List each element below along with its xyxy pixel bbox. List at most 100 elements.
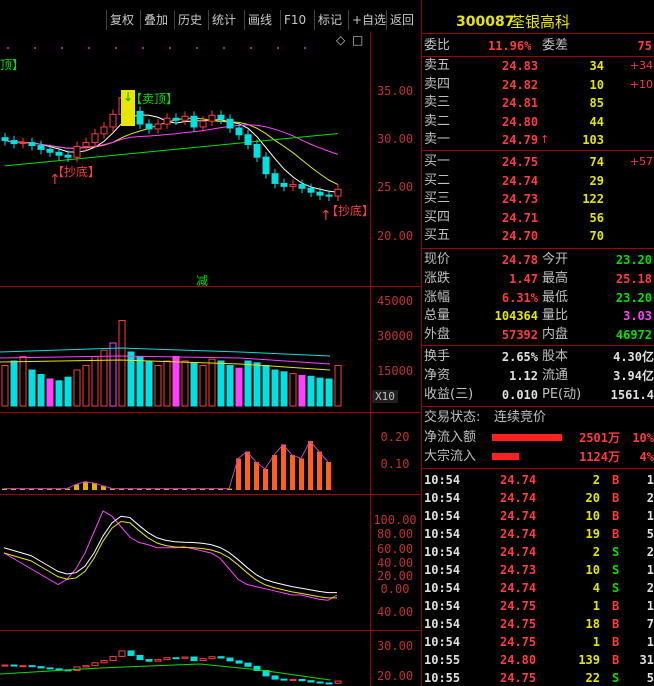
up-arrow-icon: ↑ xyxy=(49,172,61,188)
tick-row[interactable]: 10:54 24.74 2 B 1 xyxy=(422,471,654,489)
stats-button[interactable]: 统计 xyxy=(208,10,239,30)
volume-bar xyxy=(91,356,99,407)
mini-kline-pane[interactable] xyxy=(0,630,370,686)
kdj-indicator-pane[interactable] xyxy=(0,494,370,630)
tick-side: B xyxy=(612,491,620,505)
candle-body xyxy=(289,183,297,187)
chart-area[interactable]: 35.00 30.00 25.00 20.00 45000 30000 1500… xyxy=(0,32,420,686)
volume-bar xyxy=(307,375,315,407)
bid-row[interactable]: 买三 24.73 122 xyxy=(422,190,654,208)
tick-price: 24.75 xyxy=(500,599,537,613)
candle-body xyxy=(1,137,9,142)
candle-body xyxy=(19,142,27,145)
tick-volume: 18 xyxy=(585,617,600,631)
ask-price: 24.82 xyxy=(502,77,539,92)
ask-row[interactable]: 卖四 24.82 10 +10 xyxy=(422,76,654,94)
tick-row[interactable]: 10:54 24.75 1 B 1 xyxy=(422,597,654,615)
tick-row[interactable]: 10:54 24.74 10 B 1 xyxy=(422,507,654,525)
back-button[interactable]: 返回 xyxy=(386,10,417,30)
signal-dot xyxy=(7,47,9,49)
tick-volume: 19 xyxy=(585,527,600,541)
ask-row[interactable]: 卖五 24.83 34 +34 xyxy=(422,57,654,75)
volume-bar xyxy=(37,374,45,407)
candlestick-pane[interactable] xyxy=(0,32,370,286)
tick-count: 1 xyxy=(646,563,654,577)
tick-count: 1 xyxy=(646,473,654,487)
tick-price: 24.74 xyxy=(500,527,537,541)
finance-label: PE(动) xyxy=(542,387,582,402)
volume-bar xyxy=(172,356,180,407)
tick-price: 24.74 xyxy=(500,581,537,595)
tick-volume: 22 xyxy=(585,671,600,685)
candle-body xyxy=(73,145,81,158)
ask-level-label: 卖二 xyxy=(424,113,451,129)
bid-price: 24.71 xyxy=(502,210,539,225)
ask-volume: 34 xyxy=(589,59,604,73)
add-watchlist-button[interactable]: +自选 xyxy=(348,10,389,30)
overlay-button[interactable]: 叠加 xyxy=(140,10,171,30)
square-icon[interactable]: □ xyxy=(352,33,363,47)
tick-row[interactable]: 10:54 24.74 20 B 2 xyxy=(422,489,654,507)
reduce-label: 减 xyxy=(196,274,209,288)
fund-flow-indicator-pane[interactable] xyxy=(0,412,370,494)
signal-dot xyxy=(34,47,36,49)
candle-body xyxy=(226,118,234,129)
bid-row[interactable]: 买五 24.70 70 xyxy=(422,227,654,245)
ask-volume: 103 xyxy=(582,133,604,148)
mini-candle xyxy=(91,662,99,667)
candle-body xyxy=(100,126,108,135)
candle-body xyxy=(55,151,63,156)
candle-body xyxy=(244,134,252,146)
volume-bar xyxy=(181,360,189,407)
mini-candle xyxy=(28,665,36,668)
quote-label: 涨跌 xyxy=(424,270,451,286)
ind1-axis-label: 0.20 xyxy=(380,430,410,444)
separator xyxy=(422,150,654,151)
tick-time: 10:54 xyxy=(424,635,461,649)
tick-row[interactable]: 10:54 24.74 4 S 2 xyxy=(422,579,654,597)
mini-candle xyxy=(190,656,198,662)
diamond-icon[interactable]: ◇ xyxy=(336,33,345,47)
tick-side: S xyxy=(612,545,620,559)
mark-button[interactable]: 标记 xyxy=(314,10,345,30)
volume-bar xyxy=(334,365,342,407)
up-arrow-icon: ↑ xyxy=(540,133,550,147)
fuquan-button[interactable]: 复权 xyxy=(106,10,137,30)
volume-pane[interactable] xyxy=(0,286,370,412)
candle-body xyxy=(199,120,207,128)
bid-row[interactable]: 买二 24.74 29 xyxy=(422,172,654,190)
draw-line-button[interactable]: 画线 xyxy=(244,10,275,30)
tick-row[interactable]: 10:54 24.75 1 B 1 xyxy=(422,633,654,651)
ask-row[interactable]: 卖二 24.80 44 xyxy=(422,113,654,131)
candle-body xyxy=(253,144,261,158)
tick-row[interactable]: 10:54 24.75 18 B 7 xyxy=(422,615,654,633)
tick-row[interactable]: 10:55 24.75 22 S 5 xyxy=(422,669,654,686)
tick-row[interactable]: 10:54 24.73 10 S 1 xyxy=(422,561,654,579)
separator xyxy=(422,248,654,249)
candle-body xyxy=(163,117,171,125)
mini-candle xyxy=(226,657,234,662)
candle-body xyxy=(208,114,216,122)
history-button[interactable]: 历史 xyxy=(174,10,205,30)
kdj-d-line xyxy=(3,520,337,599)
mini-candle xyxy=(46,667,54,670)
bid-price: 24.70 xyxy=(502,229,539,244)
tick-side: B xyxy=(612,599,620,613)
mini-candle xyxy=(37,666,45,669)
order-ratio-row: 委比 11.96% 委差 75 xyxy=(422,37,654,55)
bid-row[interactable]: 买一 24.75 74 +57 xyxy=(422,153,654,171)
indicator-bar xyxy=(83,481,88,490)
tick-time: 10:54 xyxy=(424,527,461,541)
bid-row[interactable]: 买四 24.71 56 xyxy=(422,209,654,227)
tick-row[interactable]: 10:54 24.74 2 S 2 xyxy=(422,543,654,561)
separator xyxy=(422,468,654,469)
quote-value: 23.20 xyxy=(615,253,652,267)
ask-row[interactable]: 卖一 24.79 103 ↑ xyxy=(422,131,654,149)
quote-value: 104364 xyxy=(494,309,538,324)
quote-row: 现价 24.78 今开 23.20 xyxy=(422,251,654,269)
f10-button[interactable]: F10 xyxy=(280,10,309,30)
tick-row[interactable]: 10:54 24.74 19 B 5 xyxy=(422,525,654,543)
ask-row[interactable]: 卖三 24.81 85 xyxy=(422,94,654,112)
fund-flow-pct: 4% xyxy=(639,450,654,464)
tick-row[interactable]: 10:55 24.80 139 B 31 xyxy=(422,651,654,669)
